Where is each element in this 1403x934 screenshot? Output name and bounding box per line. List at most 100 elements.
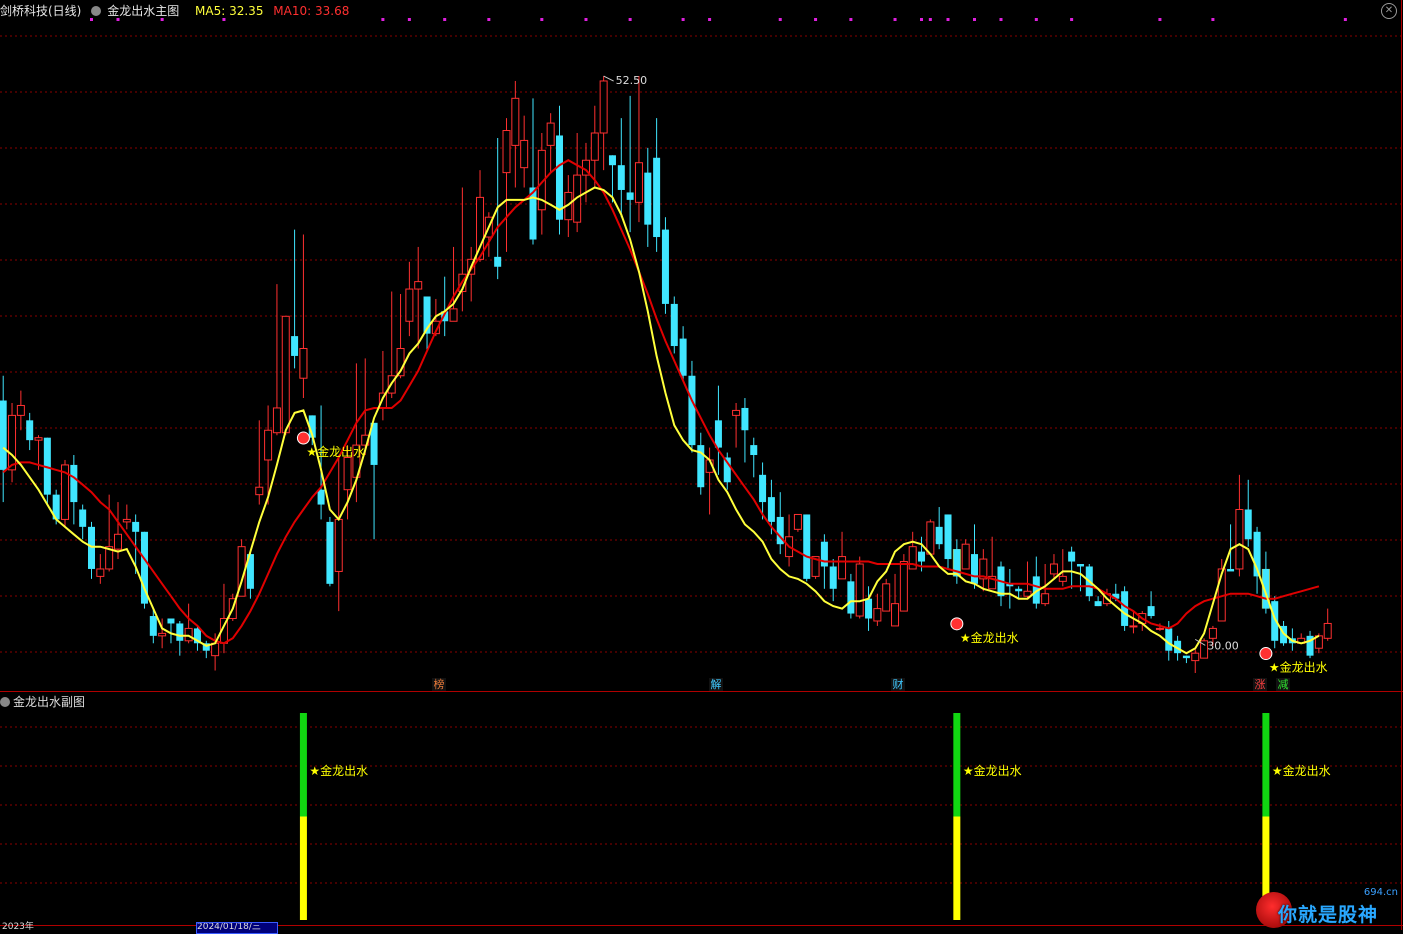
candle-body-down: [0, 400, 7, 470]
event-badge-list[interactable]: 榜: [432, 678, 446, 691]
candle-body-down: [326, 521, 334, 584]
cursor-date-box: 2024/01/18/三: [196, 922, 278, 934]
settings-gear-icon[interactable]: [0, 697, 10, 707]
candle-body-up: [34, 437, 43, 441]
ma10-line: [2, 159, 1320, 645]
candle-body-down: [935, 526, 943, 545]
candle-body-up: [211, 642, 220, 657]
candle-body-up: [264, 429, 273, 461]
signal-label: ★金龙出水: [306, 444, 365, 459]
candle-body-down: [317, 489, 325, 505]
candle-body-down: [661, 229, 669, 304]
ma10-readout: MA10: 33.68: [273, 4, 350, 18]
candle-body-up: [793, 513, 802, 530]
candle-body-down: [1182, 655, 1190, 659]
candle-body-up: [546, 122, 555, 146]
candle-body-up: [1235, 509, 1244, 570]
candle-body-down: [617, 165, 625, 190]
candle-body-up: [1041, 593, 1050, 605]
candle-body-down: [803, 514, 811, 579]
candle-body-down: [149, 616, 157, 636]
candle-body-up: [855, 563, 864, 617]
sub-signal-label: ★金龙出水: [963, 763, 1022, 778]
candle-body-down: [688, 375, 696, 446]
candle-body-up: [502, 130, 511, 174]
event-badge-increase[interactable]: 涨: [1253, 678, 1267, 691]
candle-body-down: [167, 618, 175, 624]
candle-body-up: [634, 162, 643, 203]
high-price-label: 52.50: [616, 74, 648, 87]
signal-ball-icon: [1259, 647, 1273, 661]
candle-body-down: [679, 338, 687, 376]
candle-body-up: [732, 409, 741, 416]
candle-body-down: [494, 256, 502, 267]
close-icon[interactable]: ✕: [1381, 3, 1397, 19]
year-axis-label: 2023年: [2, 922, 34, 932]
candle-body-down: [1147, 606, 1155, 617]
candle-body-down: [608, 155, 616, 166]
sub-chart-header: 金龙出水副图: [0, 693, 85, 711]
ma5-line: [2, 186, 1320, 655]
candle-body-down: [1076, 564, 1084, 567]
candle-body-up: [16, 404, 25, 416]
candle-body-down: [1015, 588, 1023, 592]
candle-body-up: [599, 80, 608, 134]
settings-gear-icon[interactable]: [91, 6, 102, 16]
stock-name-label[interactable]: 剑桥科技(日线): [0, 4, 81, 18]
candle-body-up: [122, 518, 131, 523]
candle-body-up: [184, 627, 193, 642]
candle-body-down: [847, 581, 855, 614]
sub-bar-green: [953, 713, 961, 817]
candlestick-chart[interactable]: 52.50 30.00 ★金龙出水 ★金龙出水 ★金龙出水 ★金龙出水 ★金龙出水 ★金龙出水: [0, 0, 1403, 930]
candle-body-up: [272, 407, 281, 434]
candle-body-up: [926, 521, 935, 555]
sub-signal-label: ★金龙出水: [309, 763, 368, 778]
event-badge-unlock[interactable]: 解: [709, 678, 723, 691]
stock-chart-window: 52.50 30.00 ★金龙出水 ★金龙出水 ★金龙出水 ★金龙出水 ★金龙出水 ★金龙出水…: [0, 0, 1403, 934]
candle-body-down: [79, 509, 87, 527]
candle-body-up: [1049, 563, 1058, 575]
event-badge-finance[interactable]: 财: [891, 678, 905, 691]
candle-body-down: [70, 464, 78, 503]
candle-body-down: [653, 157, 661, 238]
sub-bar-green: [1262, 713, 1270, 817]
candle-body-up: [961, 543, 970, 570]
main-chart-header: 剑桥科技(日线) 金龙出水主图 MA5: 32.35 MA10: 33.68: [0, 0, 1403, 22]
signal-ball-icon: [950, 617, 964, 631]
candle-body-down: [820, 541, 828, 567]
sub-bar-yellow: [299, 816, 307, 920]
candle-body-up: [113, 533, 122, 550]
candle-body-up: [1191, 652, 1200, 662]
candle-body-down: [741, 407, 749, 431]
candle-body-up: [299, 348, 308, 379]
candle-body-up: [838, 556, 847, 580]
candle-body-up: [255, 486, 264, 496]
sub-indicator-name[interactable]: 金龙出水副图: [13, 695, 85, 709]
high-pointer: [603, 75, 614, 82]
candle-body-up: [1155, 627, 1164, 630]
candle-body-down: [1165, 628, 1173, 651]
candle-body-down: [132, 521, 140, 532]
signal-label: ★金龙出水: [1269, 660, 1328, 675]
candle-body-down: [918, 551, 926, 562]
candle-body-up: [520, 139, 529, 169]
watermark: 694.cn 你就是股神: [1256, 886, 1402, 930]
candle-body-up: [1208, 627, 1217, 639]
candle-body-down: [670, 303, 678, 347]
candle-body-up: [8, 414, 17, 471]
main-indicator-label[interactable]: 金龙出水主图: [91, 4, 185, 18]
candles-group: [0, 76, 1332, 673]
sub-bar-green: [299, 713, 307, 817]
candle-body-up: [405, 288, 414, 322]
candle-body-up: [590, 132, 599, 161]
candle-body-down: [88, 526, 95, 569]
candle-body-up: [414, 281, 423, 290]
candle-body-down: [759, 474, 767, 503]
event-badge-decrease[interactable]: 减: [1276, 678, 1290, 691]
candle-body-down: [626, 192, 634, 200]
candle-body-down: [644, 172, 652, 225]
candle-body-down: [944, 514, 952, 560]
candle-body-down: [26, 420, 34, 441]
candle-body-down: [555, 135, 563, 220]
candle-body-up: [899, 561, 908, 612]
